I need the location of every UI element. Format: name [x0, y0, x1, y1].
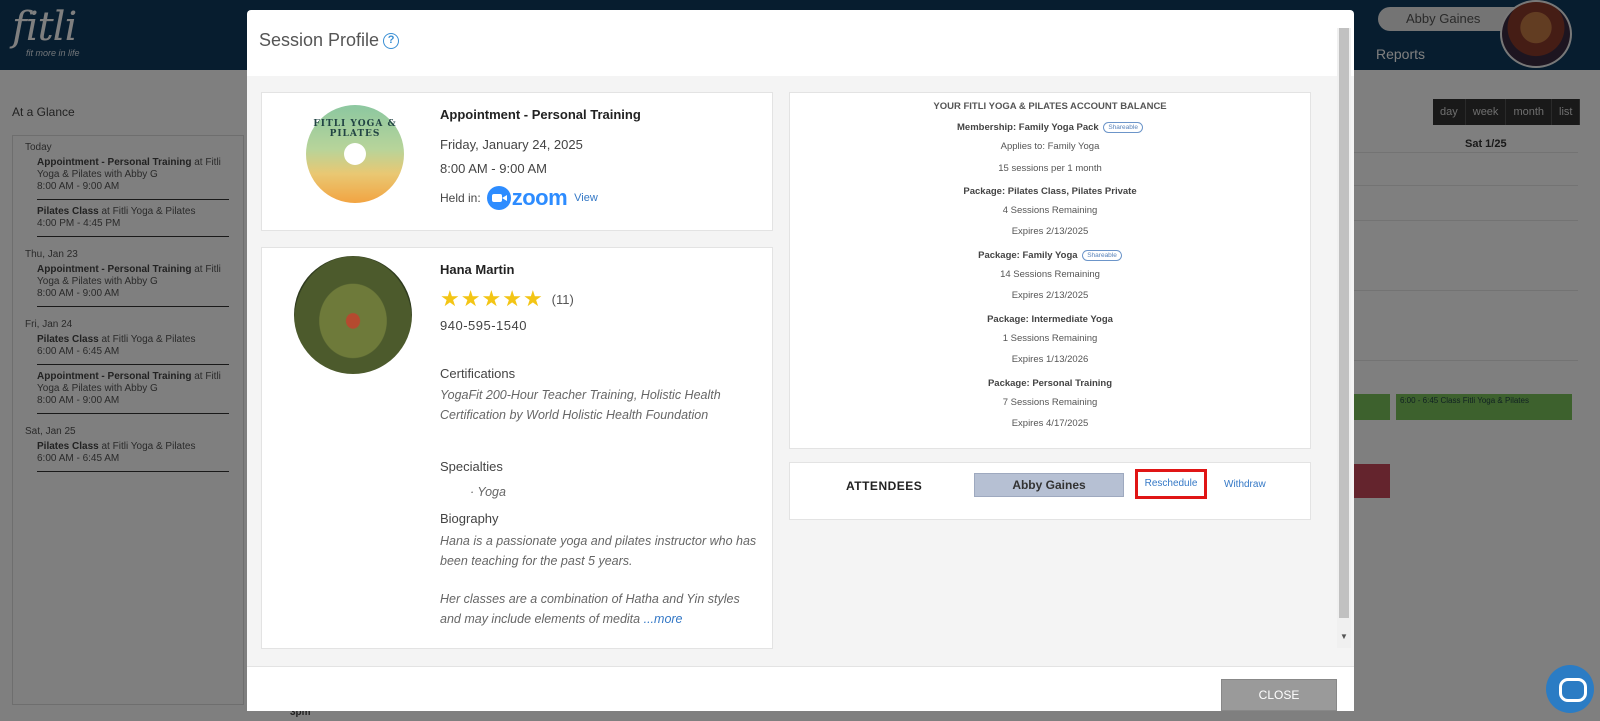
- instructor-phone: 940-595-1540: [440, 318, 527, 333]
- package-name: Package: Family Yoga Shareable: [790, 250, 1310, 261]
- instructor-card: Hana Martin ★ ★ ★ ★ ★ (11) 940-595-1540 …: [261, 247, 773, 649]
- chat-icon[interactable]: [1546, 665, 1594, 713]
- shareable-badge: Shareable: [1103, 122, 1143, 133]
- biography-label: Biography: [440, 511, 499, 526]
- modal-body: FITLI YOGA & PILATES Appointment - Perso…: [247, 76, 1354, 666]
- more-link[interactable]: ...more: [644, 612, 683, 626]
- specialties-label: Specialties: [440, 459, 503, 474]
- held-in-label: Held in:: [440, 191, 481, 205]
- membership-name: Membership: Family Yoga Pack Shareable: [790, 122, 1310, 133]
- close-button[interactable]: CLOSE: [1221, 679, 1337, 711]
- biography-text: Her classes are a combination of Hatha a…: [440, 592, 740, 626]
- package-name: Package: Personal Training: [987, 378, 1113, 389]
- package-expires: Expires 4/17/2025: [1011, 418, 1089, 429]
- biography-paragraph-2: Her classes are a combination of Hatha a…: [440, 589, 760, 629]
- rating-stars: ★ ★ ★ ★ ★ (11): [440, 288, 574, 310]
- account-balance-card: YOUR FITLI YOGA & PILATES ACCOUNT BALANC…: [789, 92, 1311, 449]
- package-remaining: 4 Sessions Remaining: [1002, 205, 1098, 216]
- attendees-label: ATTENDEES: [846, 479, 923, 493]
- package-name-text: Package: Family Yoga: [978, 250, 1078, 261]
- held-in-row: Held in: zoom View: [440, 185, 598, 211]
- star-icon: ★: [522, 286, 543, 311]
- instructor-name: Hana Martin: [440, 262, 515, 277]
- package-name: Package: Pilates Class, Pilates Private: [963, 186, 1137, 197]
- package-expires: Expires 1/13/2026: [1011, 354, 1089, 365]
- package-expires: Expires 2/13/2025: [1011, 290, 1089, 301]
- scrollbar-thumb[interactable]: [1339, 28, 1349, 618]
- meditation-icon: [344, 143, 366, 165]
- modal-header: Session Profile ?: [259, 30, 400, 51]
- withdraw-button[interactable]: Withdraw: [1224, 479, 1266, 490]
- shareable-badge: Shareable: [1082, 250, 1122, 261]
- package-remaining: 1 Sessions Remaining: [1002, 333, 1098, 344]
- membership-applies: Applies to: Family Yoga: [1000, 141, 1100, 152]
- package-remaining: 7 Sessions Remaining: [1002, 397, 1098, 408]
- specialty-item: · Yoga: [470, 485, 506, 499]
- membership-name-text: Membership: Family Yoga Pack: [957, 122, 1099, 133]
- session-date: Friday, January 24, 2025: [440, 137, 583, 152]
- star-icon: ★: [460, 286, 481, 311]
- view-link[interactable]: View: [574, 192, 598, 204]
- biography-paragraph-1: Hana is a passionate yoga and pilates in…: [440, 534, 757, 568]
- certifications-text: YogaFit 200-Hour Teacher Training, Holis…: [440, 388, 721, 422]
- star-icon: ★: [481, 286, 502, 311]
- attendees-card: ATTENDEES Abby Gaines Reschedule Withdra…: [789, 462, 1311, 520]
- attendee-name: Abby Gaines: [974, 473, 1124, 497]
- studio-logo-text: FITLI YOGA & PILATES: [313, 119, 397, 139]
- studio-logo: FITLI YOGA & PILATES: [306, 105, 404, 203]
- package-expires: Expires 2/13/2025: [1011, 226, 1089, 237]
- modal-footer: CLOSE: [247, 666, 1354, 711]
- session-title: Appointment - Personal Training: [440, 107, 641, 122]
- zoom-logo: zoom: [511, 185, 568, 210]
- zoom-camera-icon: [486, 186, 511, 210]
- rating-count[interactable]: (11): [552, 292, 574, 307]
- specialty-text: Yoga: [477, 485, 506, 499]
- session-profile-modal: Session Profile ? FITLI YOGA & PILATES A…: [247, 10, 1354, 711]
- reschedule-button[interactable]: Reschedule: [1135, 469, 1207, 499]
- star-icon: ★: [440, 286, 460, 311]
- certifications-label: Certifications: [440, 366, 516, 381]
- modal-scrollbar[interactable]: ▼: [1337, 28, 1351, 648]
- balance-title: YOUR FITLI YOGA & PILATES ACCOUNT BALANC…: [933, 101, 1167, 112]
- membership-detail: 15 sessions per 1 month: [998, 163, 1102, 174]
- scroll-down-icon[interactable]: ▼: [1339, 632, 1349, 642]
- star-icon: ★: [502, 286, 522, 311]
- package-name: Package: Intermediate Yoga: [987, 314, 1113, 325]
- instructor-photo: [294, 256, 412, 374]
- help-icon[interactable]: ?: [383, 32, 400, 49]
- session-time: 8:00 AM - 9:00 AM: [440, 161, 547, 176]
- session-card: FITLI YOGA & PILATES Appointment - Perso…: [261, 92, 773, 231]
- package-remaining: 14 Sessions Remaining: [1000, 269, 1100, 280]
- modal-title: Session Profile: [259, 30, 380, 50]
